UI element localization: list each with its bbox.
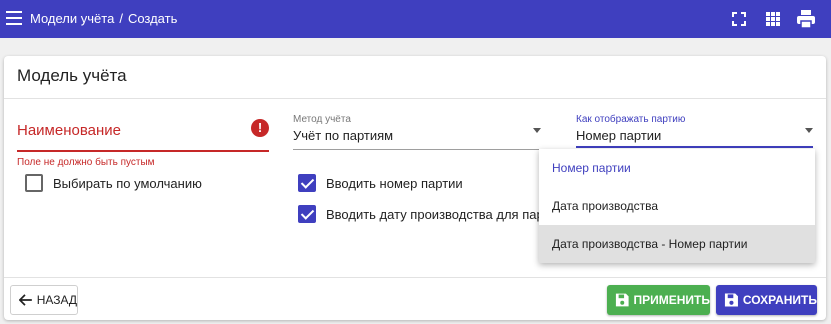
production-date-checkbox[interactable]: Вводить дату производства для партии — [298, 205, 564, 223]
save-disk-icon — [724, 293, 738, 307]
divider — [4, 98, 826, 99]
name-label: Наименование — [17, 122, 121, 139]
fullscreen-icon[interactable] — [728, 8, 750, 30]
display-select[interactable]: Как отображать партию Номер партии — [576, 114, 813, 148]
dropdown-option-batch-number[interactable]: Номер партии — [539, 149, 815, 187]
display-value: Номер партии — [576, 128, 662, 143]
apps-grid-icon[interactable] — [762, 8, 784, 30]
dropdown-option-production-date[interactable]: Дата производства — [539, 187, 815, 225]
display-dropdown-menu: Номер партии Дата производства Дата прои… — [539, 149, 815, 263]
dropdown-arrow-icon[interactable] — [533, 128, 541, 133]
apply-button-label: ПРИМЕНИТЬ — [633, 293, 711, 307]
checkbox-unchecked-icon[interactable] — [25, 174, 43, 192]
breadcrumb-item-models[interactable]: Модели учёта — [30, 11, 114, 26]
back-button[interactable]: НАЗАД — [10, 285, 78, 315]
save-button[interactable]: СОХРАНИТЬ — [716, 285, 817, 315]
display-caption: Как отображать партию — [576, 114, 686, 125]
divider — [4, 277, 826, 278]
breadcrumb-item-create: Создать — [127, 11, 178, 26]
arrow-left-icon — [19, 294, 32, 306]
print-icon[interactable] — [795, 8, 817, 30]
breadcrumb: Модели учёта / Создать — [30, 11, 177, 26]
name-input[interactable]: Наименование ! — [17, 116, 269, 152]
batch-number-checkbox[interactable]: Вводить номер партии — [298, 174, 463, 192]
default-checkbox[interactable]: Выбирать по умолчанию — [25, 174, 202, 192]
dropdown-option-date-and-number[interactable]: Дата производства - Номер партии — [539, 225, 815, 263]
method-select[interactable]: Метод учёта Учёт по партиям — [293, 114, 541, 150]
breadcrumb-separator: / — [119, 11, 123, 26]
production-date-label: Вводить дату производства для партии — [326, 206, 564, 222]
dropdown-arrow-icon[interactable] — [805, 128, 813, 133]
default-checkbox-label: Выбирать по умолчанию — [53, 175, 202, 191]
batch-number-label: Вводить номер партии — [326, 175, 463, 191]
back-button-label: НАЗАД — [36, 293, 77, 307]
apply-button[interactable]: ПРИМЕНИТЬ — [607, 285, 710, 315]
menu-icon[interactable] — [6, 11, 22, 25]
checkbox-checked-icon[interactable] — [298, 174, 316, 192]
save-disk-icon — [615, 293, 629, 307]
error-icon: ! — [251, 119, 269, 137]
method-value: Учёт по партиям — [293, 128, 394, 143]
method-caption: Метод учёта — [293, 114, 351, 125]
save-button-label: СОХРАНИТЬ — [742, 293, 817, 307]
card-title: Модель учёта — [17, 66, 127, 85]
app-bar: Модели учёта / Создать — [0, 0, 831, 38]
checkbox-checked-icon[interactable] — [298, 205, 316, 223]
name-error-text: Поле не должно быть пустым — [17, 157, 155, 168]
